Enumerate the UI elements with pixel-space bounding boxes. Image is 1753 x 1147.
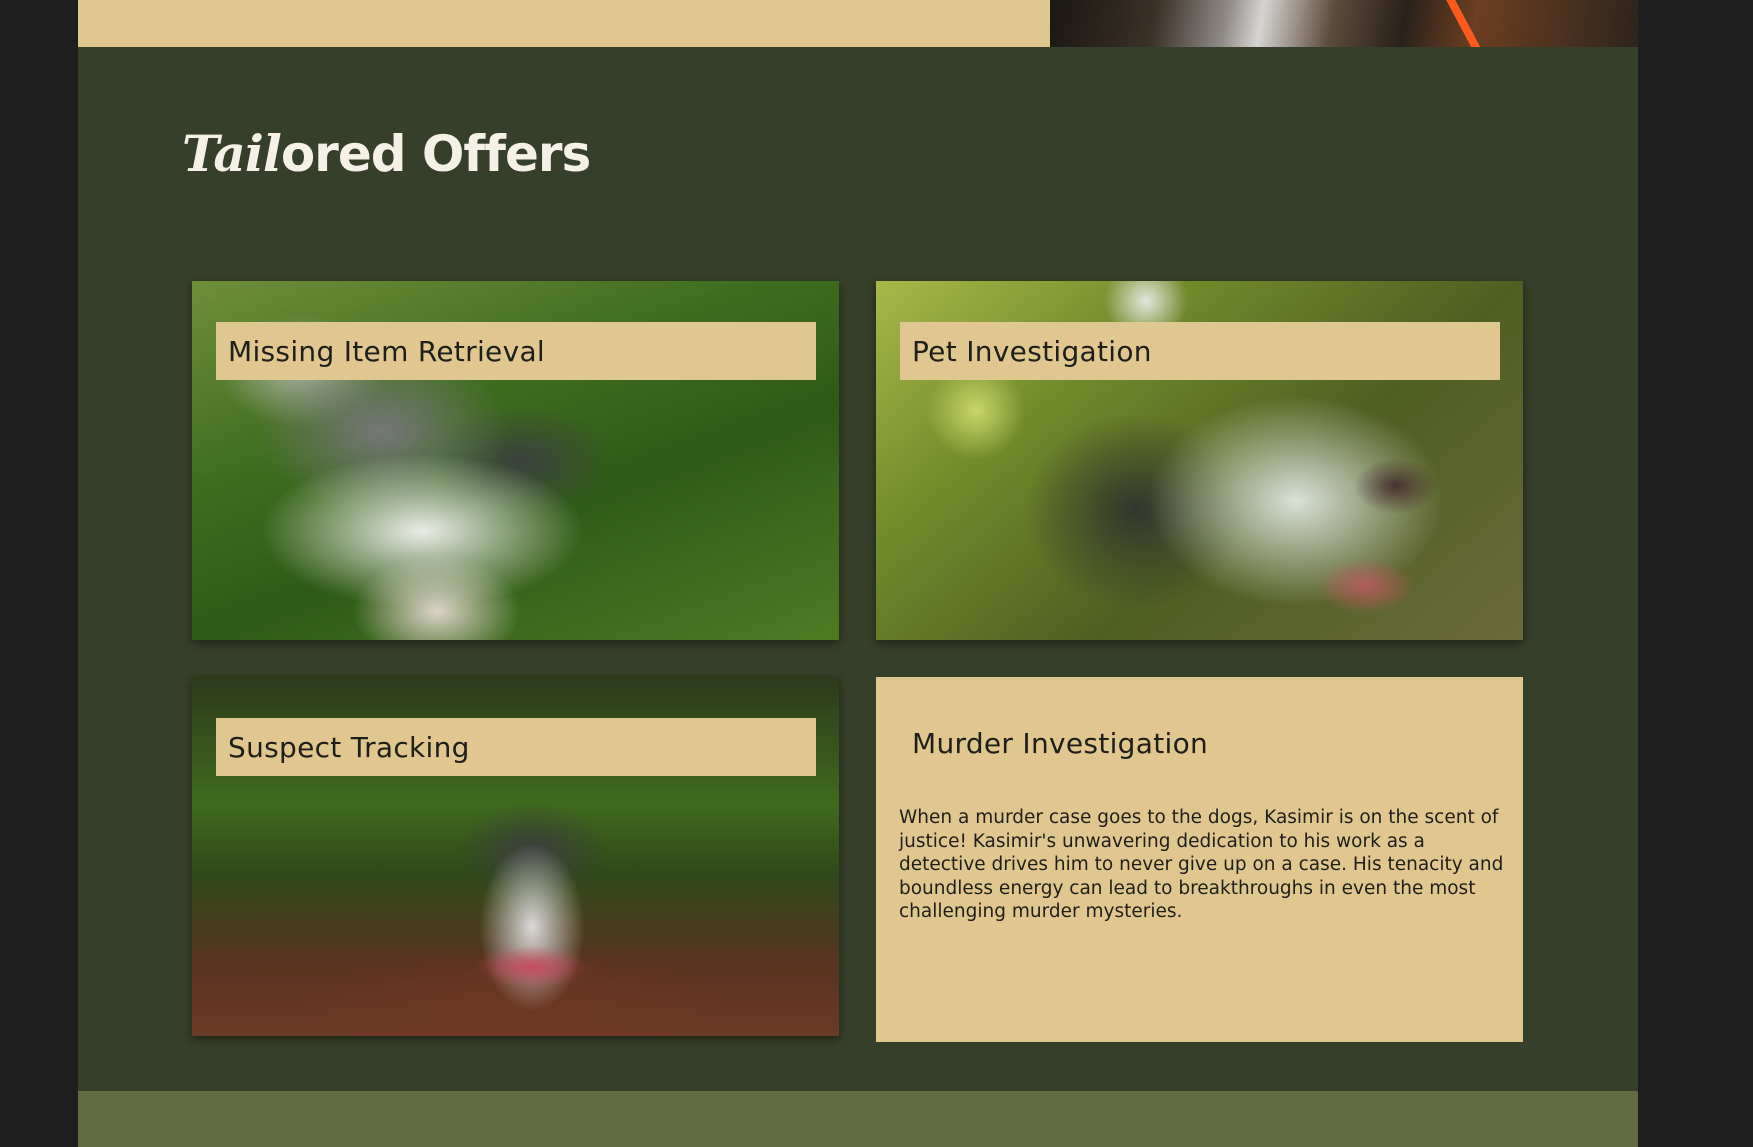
offer-description: When a murder case goes to the dogs, Kas… — [899, 807, 1504, 922]
section-title-rest: ored Offers — [280, 125, 591, 183]
offer-label-bar: Missing Item Retrieval — [216, 322, 816, 380]
footer-band — [78, 1091, 1638, 1147]
top-banner-strip — [78, 0, 1050, 47]
offer-title: Missing Item Retrieval — [228, 334, 545, 368]
offer-card-suspect-tracking[interactable]: Suspect Tracking — [192, 677, 839, 1036]
top-dog-photo — [1050, 0, 1638, 47]
section-title: Tailored Offers — [182, 124, 591, 184]
offer-label-bar: Suspect Tracking — [216, 718, 816, 776]
offer-title: Murder Investigation — [912, 727, 1209, 760]
offer-card-missing-item-retrieval[interactable]: Missing Item Retrieval — [192, 281, 839, 640]
leash-graphic — [1444, 0, 1484, 47]
offer-card-murder-investigation[interactable]: Murder Investigation When a murder case … — [876, 677, 1523, 1042]
offer-title: Suspect Tracking — [228, 730, 470, 764]
offer-card-pet-investigation[interactable]: Pet Investigation — [876, 281, 1523, 640]
offer-title: Pet Investigation — [912, 334, 1152, 368]
offer-label-bar: Pet Investigation — [900, 322, 1500, 380]
section-title-script: Tail — [182, 124, 282, 183]
page: Tailored Offers Missing Item Retrieval P… — [78, 0, 1638, 1147]
